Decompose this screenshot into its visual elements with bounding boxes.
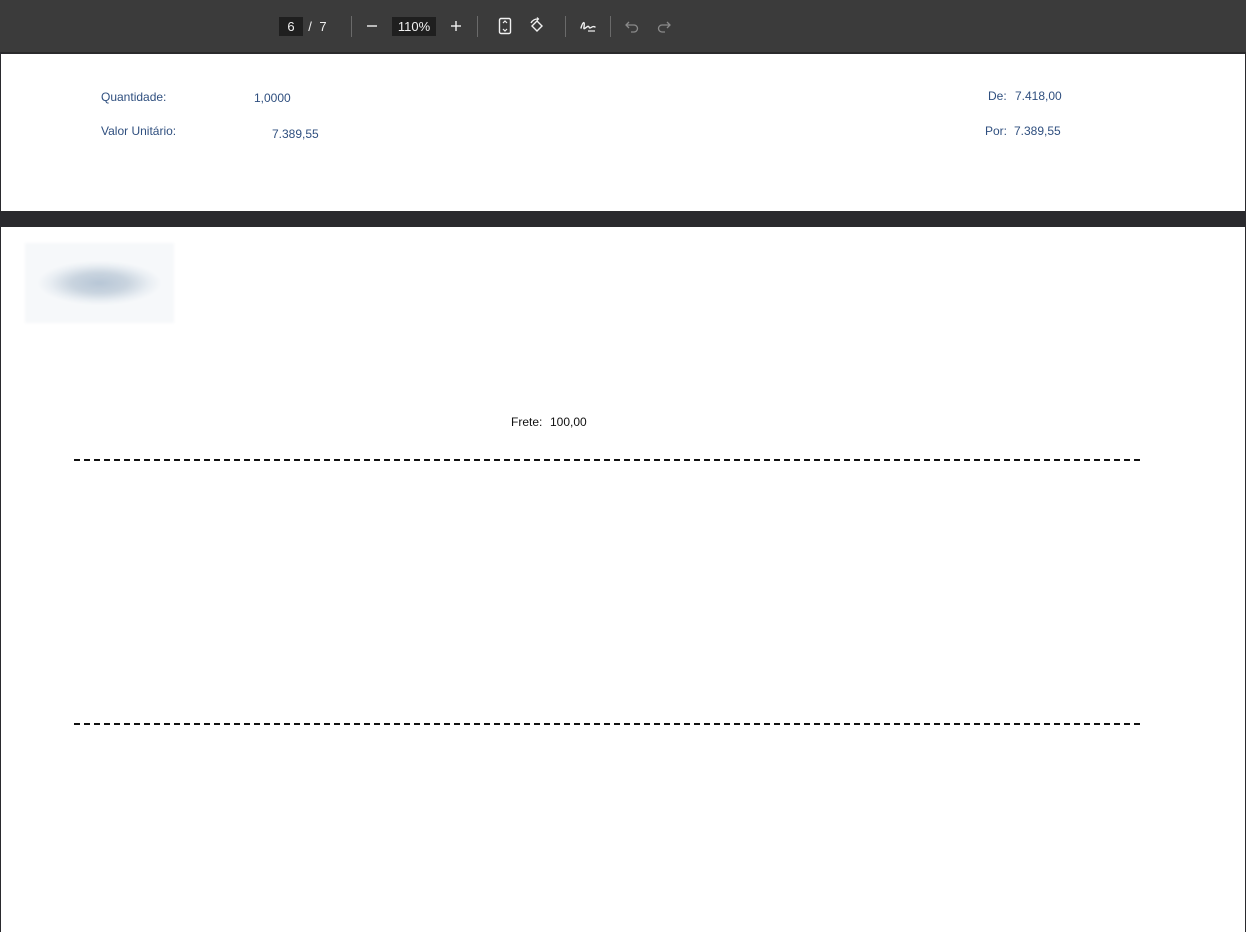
toolbar-divider [477,16,478,37]
de-label: De: [988,89,1007,103]
redo-button[interactable] [652,14,676,38]
zoom-out-button[interactable] [360,14,384,38]
page-separator: / [308,19,312,34]
valor-unitario-value: 7.389,55 [272,127,319,141]
rotate-button[interactable] [525,14,549,38]
zoom-in-button[interactable] [444,14,468,38]
redo-icon [657,21,671,33]
quantidade-label: Quantidade: [101,90,167,104]
valor-unitario-label: Valor Unitário: [101,124,177,138]
dashed-divider [74,459,1140,461]
pdf-page-previous: Quantidade: 1,0000 Valor Unitário: 7.389… [1,54,1245,211]
pdf-page-current: Frete: 100,00 [1,227,1245,932]
blurred-logo [25,243,174,323]
por-value: 7.389,55 [1014,124,1061,138]
dashed-divider [74,723,1140,725]
page-number-input[interactable] [279,17,303,36]
toolbar-divider [351,16,352,37]
rotate-icon [530,17,543,32]
plus-icon [451,21,461,31]
quantidade-value: 1,0000 [254,91,291,105]
toolbar-divider [610,16,611,37]
page-total: 7 [319,19,327,34]
draw-signature-icon [580,21,596,32]
fit-page-button[interactable] [493,14,517,38]
draw-button[interactable] [576,14,600,38]
fit-to-page-icon [498,17,512,35]
undo-button[interactable] [620,14,644,38]
minus-icon [367,25,377,27]
pdf-toolbar: / 7 [0,0,1246,53]
frete-label: Frete: [511,415,543,429]
zoom-level-input[interactable] [392,17,436,36]
undo-icon [625,21,639,33]
por-label: Por: [985,124,1008,138]
toolbar-divider [565,16,566,37]
de-value: 7.418,00 [1015,89,1062,103]
frete-value: 100,00 [550,415,587,429]
